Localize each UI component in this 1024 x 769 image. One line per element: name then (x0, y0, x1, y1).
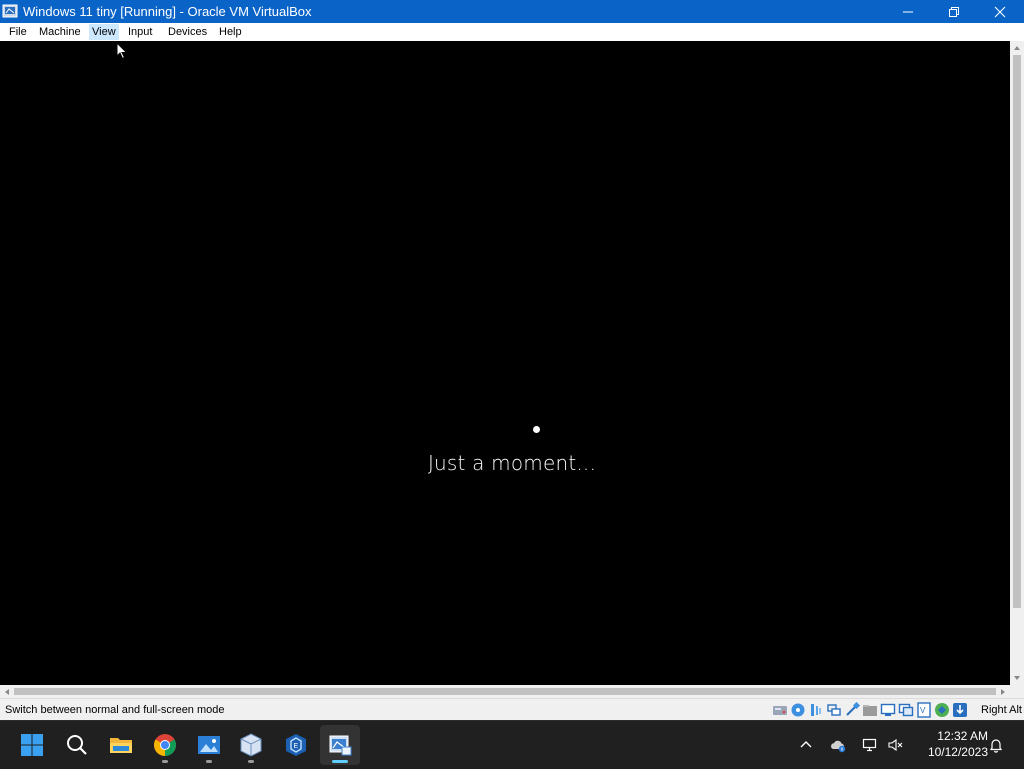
svg-text:V: V (920, 706, 926, 715)
status-tip: Switch between normal and full-screen mo… (5, 704, 225, 716)
file-explorer-icon (110, 738, 132, 753)
virtualization-icon[interactable]: V (916, 702, 932, 718)
scroll-left-icon[interactable] (4, 688, 10, 696)
virtualbox-button[interactable] (231, 725, 271, 765)
audio-icon[interactable] (808, 702, 824, 718)
onedrive-button[interactable] (828, 721, 848, 769)
keyboard-capture-icon[interactable] (952, 702, 968, 718)
menu-file[interactable]: File (6, 24, 30, 40)
vertical-scroll-thumb[interactable] (1013, 55, 1021, 608)
bell-icon (989, 739, 1003, 753)
onedrive-icon (831, 740, 846, 753)
shared-folders-icon[interactable] (862, 702, 878, 718)
loading-spinner (533, 426, 540, 433)
vm-display[interactable] (0, 41, 1010, 685)
chevron-up-icon (800, 741, 812, 748)
network-icon (862, 738, 877, 752)
status-bar: Switch between normal and full-screen mo… (0, 698, 1024, 721)
display-icon[interactable] (880, 702, 896, 718)
vertical-scrollbar[interactable] (1010, 41, 1024, 685)
close-button[interactable] (977, 0, 1023, 23)
photos-app-icon (198, 736, 220, 754)
menu-bar: File Machine View Input Devices Help (0, 23, 1024, 42)
clock-date: 10/12/2023 (927, 745, 988, 759)
title-bar[interactable]: Windows 11 tiny [Running] - Oracle VM Vi… (0, 0, 1024, 23)
menu-input[interactable]: Input (125, 24, 155, 40)
photos-app-button[interactable] (189, 725, 229, 765)
show-hidden-icons-button[interactable] (796, 721, 816, 769)
volume-muted-icon (888, 738, 903, 752)
active-indicator (332, 760, 348, 763)
horizontal-scrollbar[interactable] (0, 685, 1010, 698)
scroll-right-icon[interactable] (1000, 688, 1006, 696)
window-title: Windows 11 tiny [Running] - Oracle VM Vi… (23, 4, 312, 19)
menu-view[interactable]: View (89, 24, 119, 40)
virtualbox-app-icon[interactable] (2, 3, 18, 19)
maximize-button[interactable] (931, 0, 977, 23)
file-explorer-button[interactable] (101, 725, 141, 765)
scrollbar-corner (1010, 685, 1024, 698)
start-button[interactable] (12, 725, 52, 765)
optical-drive-icon[interactable] (790, 702, 806, 718)
running-indicator (162, 760, 168, 763)
virtualbox-vm-icon (329, 735, 352, 756)
minimize-icon (903, 11, 913, 12)
scroll-up-icon[interactable] (1013, 45, 1021, 51)
menu-help[interactable]: Help (216, 24, 245, 40)
mouse-integration-icon[interactable] (934, 702, 950, 718)
clock[interactable]: 12:32 AM 10/12/2023 (912, 728, 988, 760)
device-status-icons: V (772, 702, 968, 718)
usb-icon[interactable] (844, 702, 860, 718)
start-icon (21, 734, 43, 756)
clock-time: 12:32 AM (937, 729, 988, 743)
running-indicator (206, 760, 212, 763)
menu-devices[interactable]: Devices (165, 24, 210, 40)
notifications-button[interactable] (986, 721, 1006, 769)
volume-button[interactable] (885, 721, 905, 769)
running-indicator (248, 760, 254, 763)
search-button[interactable] (57, 725, 97, 765)
taskbar: E 12:32 AM 10/12/2023 (0, 720, 1024, 769)
mouse-cursor-icon (116, 42, 128, 60)
horizontal-scroll-thumb[interactable] (14, 688, 996, 695)
minimize-button[interactable] (885, 0, 931, 23)
video-capture-icon[interactable] (898, 702, 914, 718)
close-icon (994, 6, 1006, 17)
virtualbox-icon (240, 733, 262, 757)
network-icon[interactable] (826, 702, 842, 718)
virtualbox-manager-button[interactable]: E (276, 725, 316, 765)
scroll-down-icon[interactable] (1013, 675, 1021, 681)
menu-machine[interactable]: Machine (36, 24, 84, 40)
network-status-button[interactable] (860, 721, 880, 769)
chrome-button[interactable] (145, 725, 185, 765)
chrome-icon (154, 734, 176, 756)
virtualbox-manager-icon: E (286, 734, 306, 756)
svg-text:E: E (294, 743, 299, 750)
search-icon (67, 735, 87, 755)
virtualbox-vm-button[interactable] (320, 725, 360, 765)
hard-disk-icon[interactable] (772, 702, 788, 718)
vm-status-message: Just a moment... (427, 451, 597, 475)
host-key-label[interactable]: Right Alt (981, 704, 1022, 716)
restore-icon (949, 6, 959, 17)
